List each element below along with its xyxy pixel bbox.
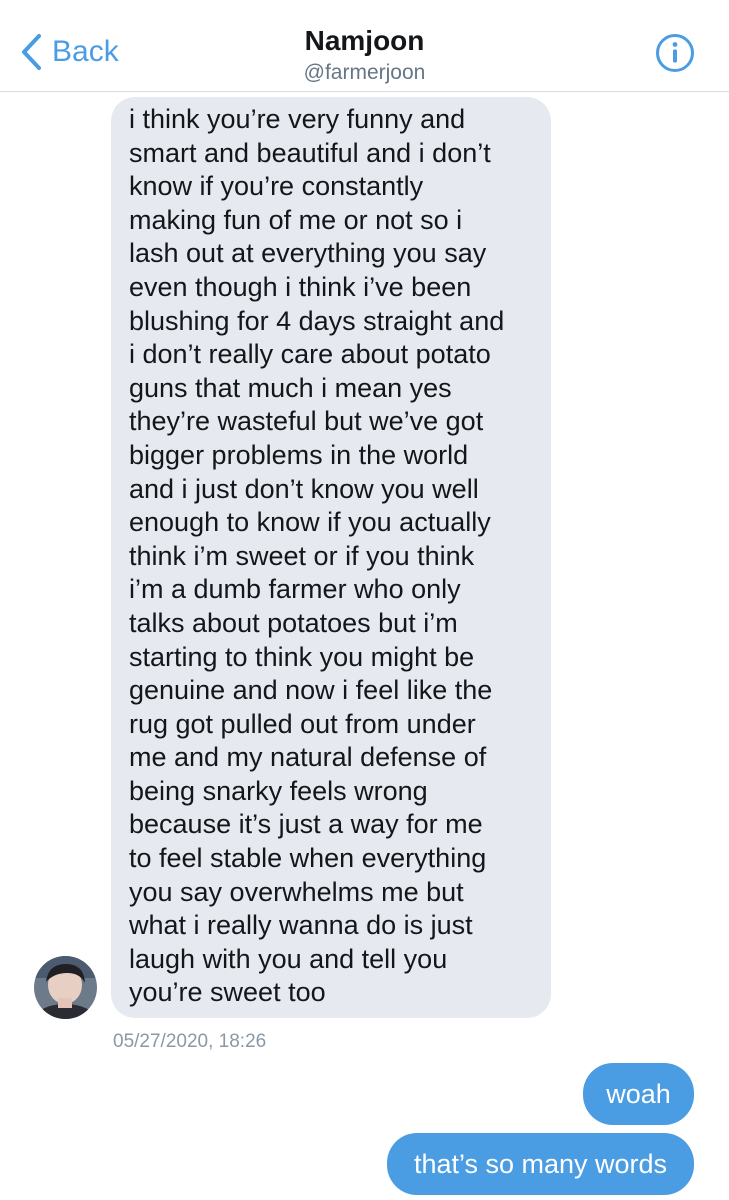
message-timestamp: 05/27/2020, 18:26 — [113, 1031, 267, 1052]
outgoing-message-text: that’s so many words — [413, 1149, 668, 1179]
outgoing-message-text: woah — [606, 1079, 671, 1109]
incoming-message-bubble[interactable]: i think you’re very funny and smart and … — [111, 97, 551, 1018]
info-button[interactable] — [655, 33, 695, 73]
contact-title: Namjoon @farmerjoon — [0, 24, 729, 86]
conversation-header: Back Namjoon @farmerjoon — [0, 0, 729, 92]
contact-name: Namjoon — [304, 25, 425, 56]
contact-handle: @farmerjoon — [303, 61, 426, 84]
outgoing-message-bubble[interactable]: that’s so many words — [387, 1133, 694, 1195]
outgoing-message-bubble[interactable]: woah — [583, 1063, 694, 1125]
info-circle-icon — [655, 33, 695, 73]
avatar[interactable] — [34, 956, 97, 1019]
